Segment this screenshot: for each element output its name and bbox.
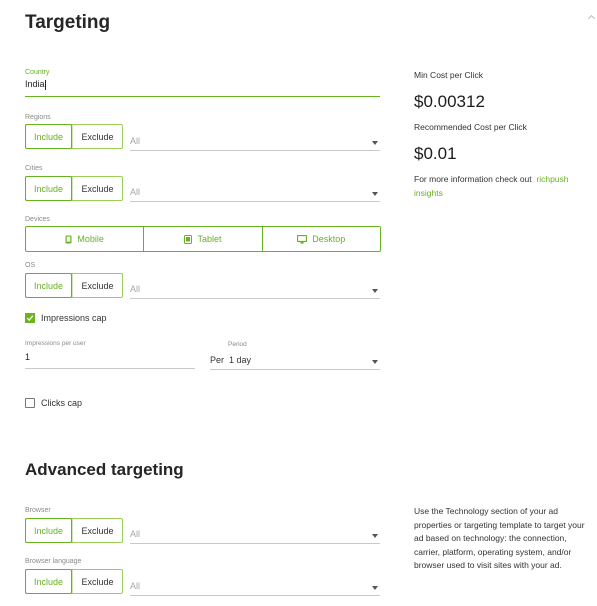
- check-icon: [26, 315, 34, 321]
- browser-include-exclude[interactable]: Include Exclude: [25, 518, 123, 543]
- technology-info-text: Use the Technology section of your ad pr…: [414, 506, 585, 570]
- browser-label: Browser: [25, 507, 51, 514]
- regions-include-button[interactable]: Include: [25, 124, 72, 149]
- chevron-down-icon: [372, 192, 378, 196]
- os-exclude-button[interactable]: Exclude: [72, 274, 122, 297]
- os-select[interactable]: All: [130, 275, 380, 299]
- device-tablet-label: Tablet: [197, 234, 222, 244]
- device-desktop-label: Desktop: [312, 234, 346, 244]
- devices-label: Devices: [25, 216, 50, 223]
- devices-group[interactable]: Mobile Tablet Desktop: [25, 226, 381, 252]
- recommended-cost-label: Recommended Cost per Click: [414, 122, 527, 132]
- chevron-down-icon: [372, 360, 378, 364]
- clicks-cap-checkbox[interactable]: [25, 398, 35, 408]
- regions-include-exclude[interactable]: Include Exclude: [25, 124, 123, 149]
- cities-select[interactable]: All: [130, 178, 380, 202]
- collapse-chevron-icon[interactable]: [587, 14, 596, 23]
- os-label: OS: [25, 262, 36, 269]
- info-text: For more information check out richpush …: [414, 173, 594, 200]
- os-placeholder: All: [130, 284, 141, 294]
- country-label: Country: [25, 69, 50, 76]
- impressions-per-user-value: 1: [25, 352, 195, 369]
- cities-include-button[interactable]: Include: [25, 176, 72, 201]
- chevron-down-icon: [372, 534, 378, 538]
- advanced-targeting-title: Advanced targeting: [25, 460, 184, 479]
- browser-language-include-button[interactable]: Include: [25, 569, 72, 594]
- device-desktop-button[interactable]: Desktop: [261, 227, 380, 251]
- mobile-icon: [65, 235, 72, 243]
- country-value: India: [25, 79, 45, 89]
- clicks-cap-checkbox-row[interactable]: Clicks cap: [25, 398, 82, 408]
- desktop-icon: [297, 234, 308, 244]
- browser-language-select[interactable]: All: [130, 572, 380, 596]
- browser-placeholder: All: [130, 529, 141, 539]
- browser-language-placeholder: All: [130, 581, 141, 591]
- browser-exclude-button[interactable]: Exclude: [72, 519, 122, 542]
- regions-select[interactable]: All: [130, 127, 380, 151]
- chevron-down-icon: [372, 141, 378, 145]
- country-field[interactable]: Country India: [25, 69, 380, 97]
- info-text-prefix: For more information check out: [414, 174, 532, 184]
- regions-label: Regions: [25, 114, 51, 121]
- os-include-exclude[interactable]: Include Exclude: [25, 273, 123, 298]
- regions-placeholder: All: [130, 136, 141, 146]
- clicks-cap-label: Clicks cap: [41, 398, 83, 408]
- regions-exclude-button[interactable]: Exclude: [72, 125, 122, 148]
- browser-select[interactable]: All: [130, 520, 380, 544]
- device-mobile-label: Mobile: [77, 234, 104, 244]
- cities-exclude-button[interactable]: Exclude: [72, 177, 122, 200]
- cities-include-exclude[interactable]: Include Exclude: [25, 176, 123, 201]
- impressions-per-user-field[interactable]: Impressions per user 1: [25, 340, 195, 369]
- cities-placeholder: All: [130, 187, 141, 197]
- browser-language-exclude-button[interactable]: Exclude: [72, 570, 122, 593]
- browser-language-include-exclude[interactable]: Include Exclude: [25, 569, 123, 594]
- period-select[interactable]: Per 1 day: [210, 346, 380, 370]
- cities-label: Cities: [25, 165, 43, 172]
- impressions-cap-checkbox[interactable]: [25, 313, 35, 323]
- browser-language-label: Browser language: [25, 558, 82, 565]
- impressions-cap-checkbox-row[interactable]: Impressions cap: [25, 313, 107, 323]
- browser-include-button[interactable]: Include: [25, 518, 72, 543]
- device-tablet-button[interactable]: Tablet: [143, 227, 261, 251]
- os-include-button[interactable]: Include: [25, 273, 72, 298]
- min-cost-value: $0.00312: [414, 92, 485, 111]
- min-cost-label: Min Cost per Click: [414, 70, 483, 80]
- recommended-cost-value: $0.01: [414, 144, 457, 163]
- period-value: Per 1 day: [210, 355, 252, 365]
- targeting-title: Targeting: [25, 12, 111, 33]
- chevron-down-icon: [372, 289, 378, 293]
- tablet-icon: [184, 234, 193, 244]
- chevron-down-icon: [372, 586, 378, 590]
- device-mobile-button[interactable]: Mobile: [26, 227, 143, 251]
- impressions-per-user-label: Impressions per user: [25, 340, 86, 347]
- impressions-cap-label: Impressions cap: [41, 313, 107, 323]
